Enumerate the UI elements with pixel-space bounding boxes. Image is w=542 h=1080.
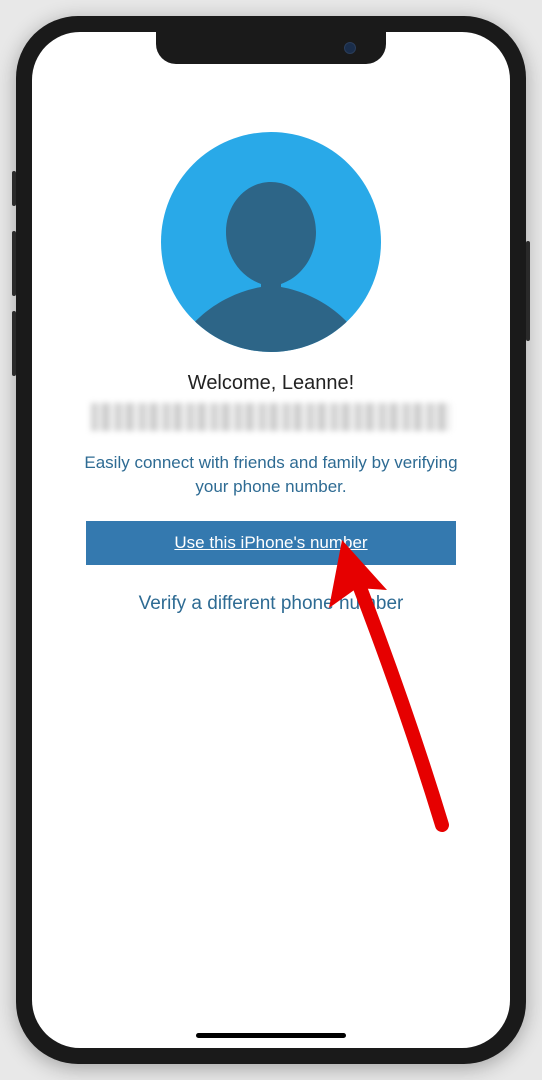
volume-up-button [12,231,16,296]
silent-switch [12,171,16,206]
home-indicator[interactable] [196,1033,346,1038]
verify-different-number-link[interactable]: Verify a different phone number [139,593,404,615]
volume-down-button [12,311,16,376]
person-silhouette-icon [171,172,371,352]
iphone-device-frame: Welcome, Leanne! Easily connect with fri… [16,16,526,1064]
phone-screen: Welcome, Leanne! Easily connect with fri… [32,32,510,1048]
power-button [526,241,530,341]
welcome-greeting: Welcome, Leanne! [188,372,354,395]
avatar-placeholder [161,132,381,352]
redacted-info [91,403,451,431]
front-camera [344,42,356,54]
onboarding-content: Welcome, Leanne! Easily connect with fri… [32,32,510,1048]
use-this-number-button[interactable]: Use this iPhone's number [86,521,456,565]
arrow-annotation-icon [307,530,487,850]
verification-description: Easily connect with friends and family b… [32,451,510,499]
display-notch [156,32,386,64]
